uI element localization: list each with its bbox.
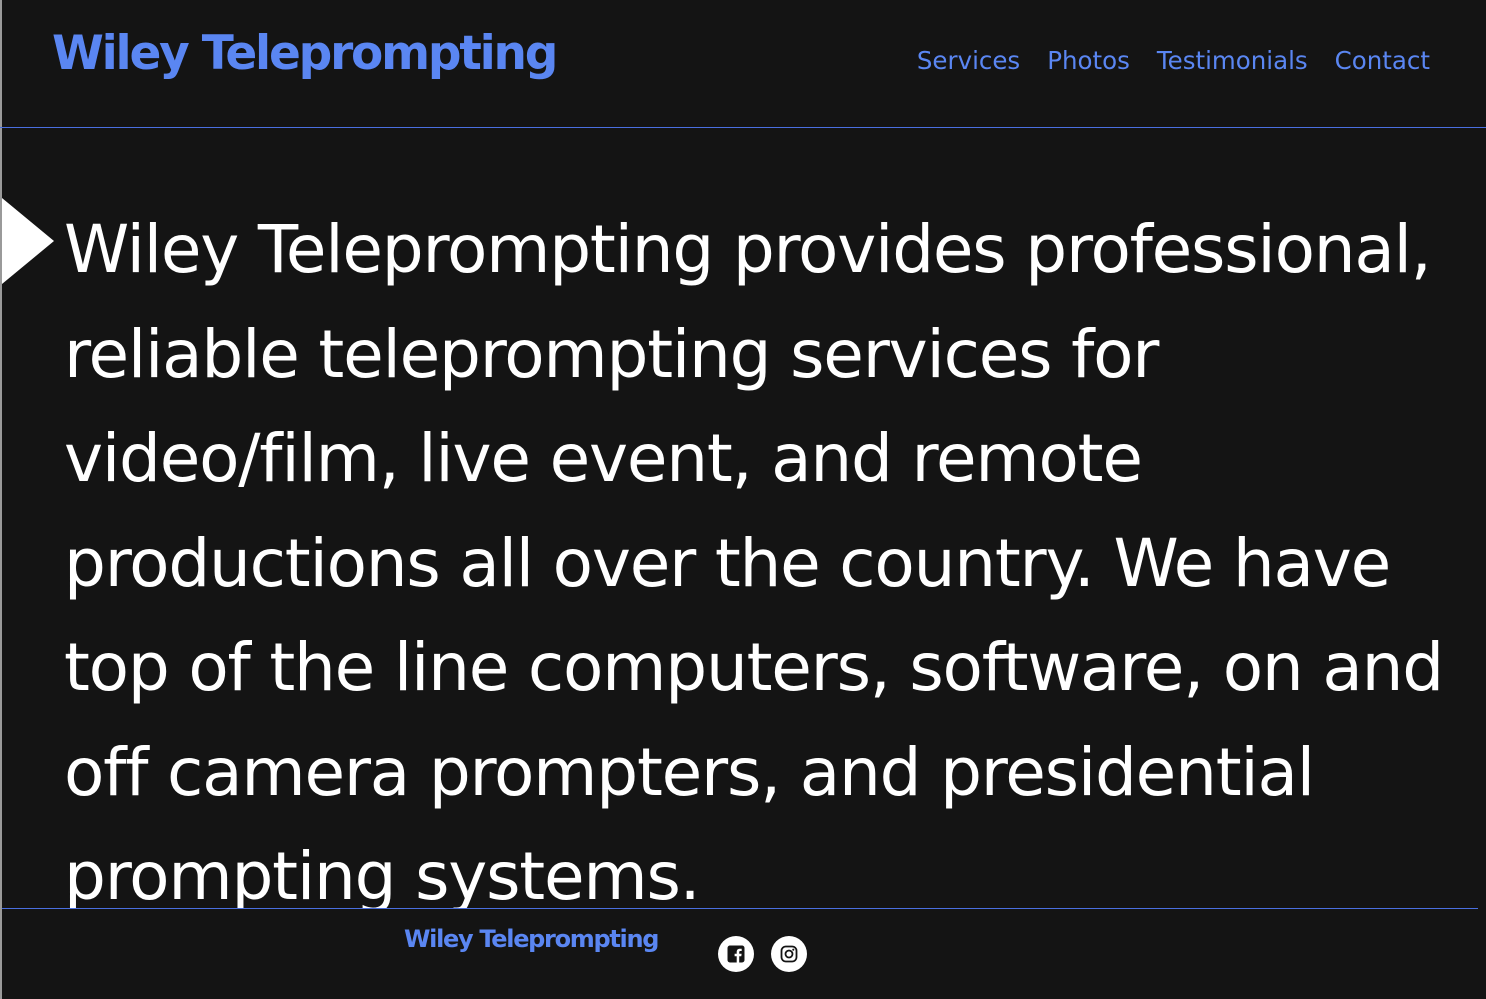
footer-logo[interactable]: Wiley Teleprompting	[404, 925, 659, 953]
nav-link-services[interactable]: Services	[917, 46, 1020, 75]
hero-section: Wiley Teleprompting provides professiona…	[64, 198, 1474, 908]
site-logo[interactable]: Wiley Teleprompting	[52, 26, 558, 81]
nav-link-contact[interactable]: Contact	[1335, 46, 1430, 75]
site-header: Wiley Teleprompting Services Photos Test…	[0, 0, 1486, 128]
instagram-button[interactable]	[771, 936, 807, 972]
hero-arrow-icon	[2, 198, 54, 284]
nav-link-testimonials[interactable]: Testimonials	[1157, 46, 1308, 75]
page-left-edge	[0, 0, 2, 999]
nav-link-photos[interactable]: Photos	[1047, 46, 1130, 75]
site-footer: Wiley Teleprompting	[2, 908, 1478, 999]
instagram-icon	[780, 945, 798, 963]
main-nav: Services Photos Testimonials Contact	[917, 46, 1430, 75]
facebook-icon	[727, 945, 745, 963]
facebook-button[interactable]	[718, 936, 754, 972]
hero-description: Wiley Teleprompting provides professiona…	[64, 211, 1444, 908]
